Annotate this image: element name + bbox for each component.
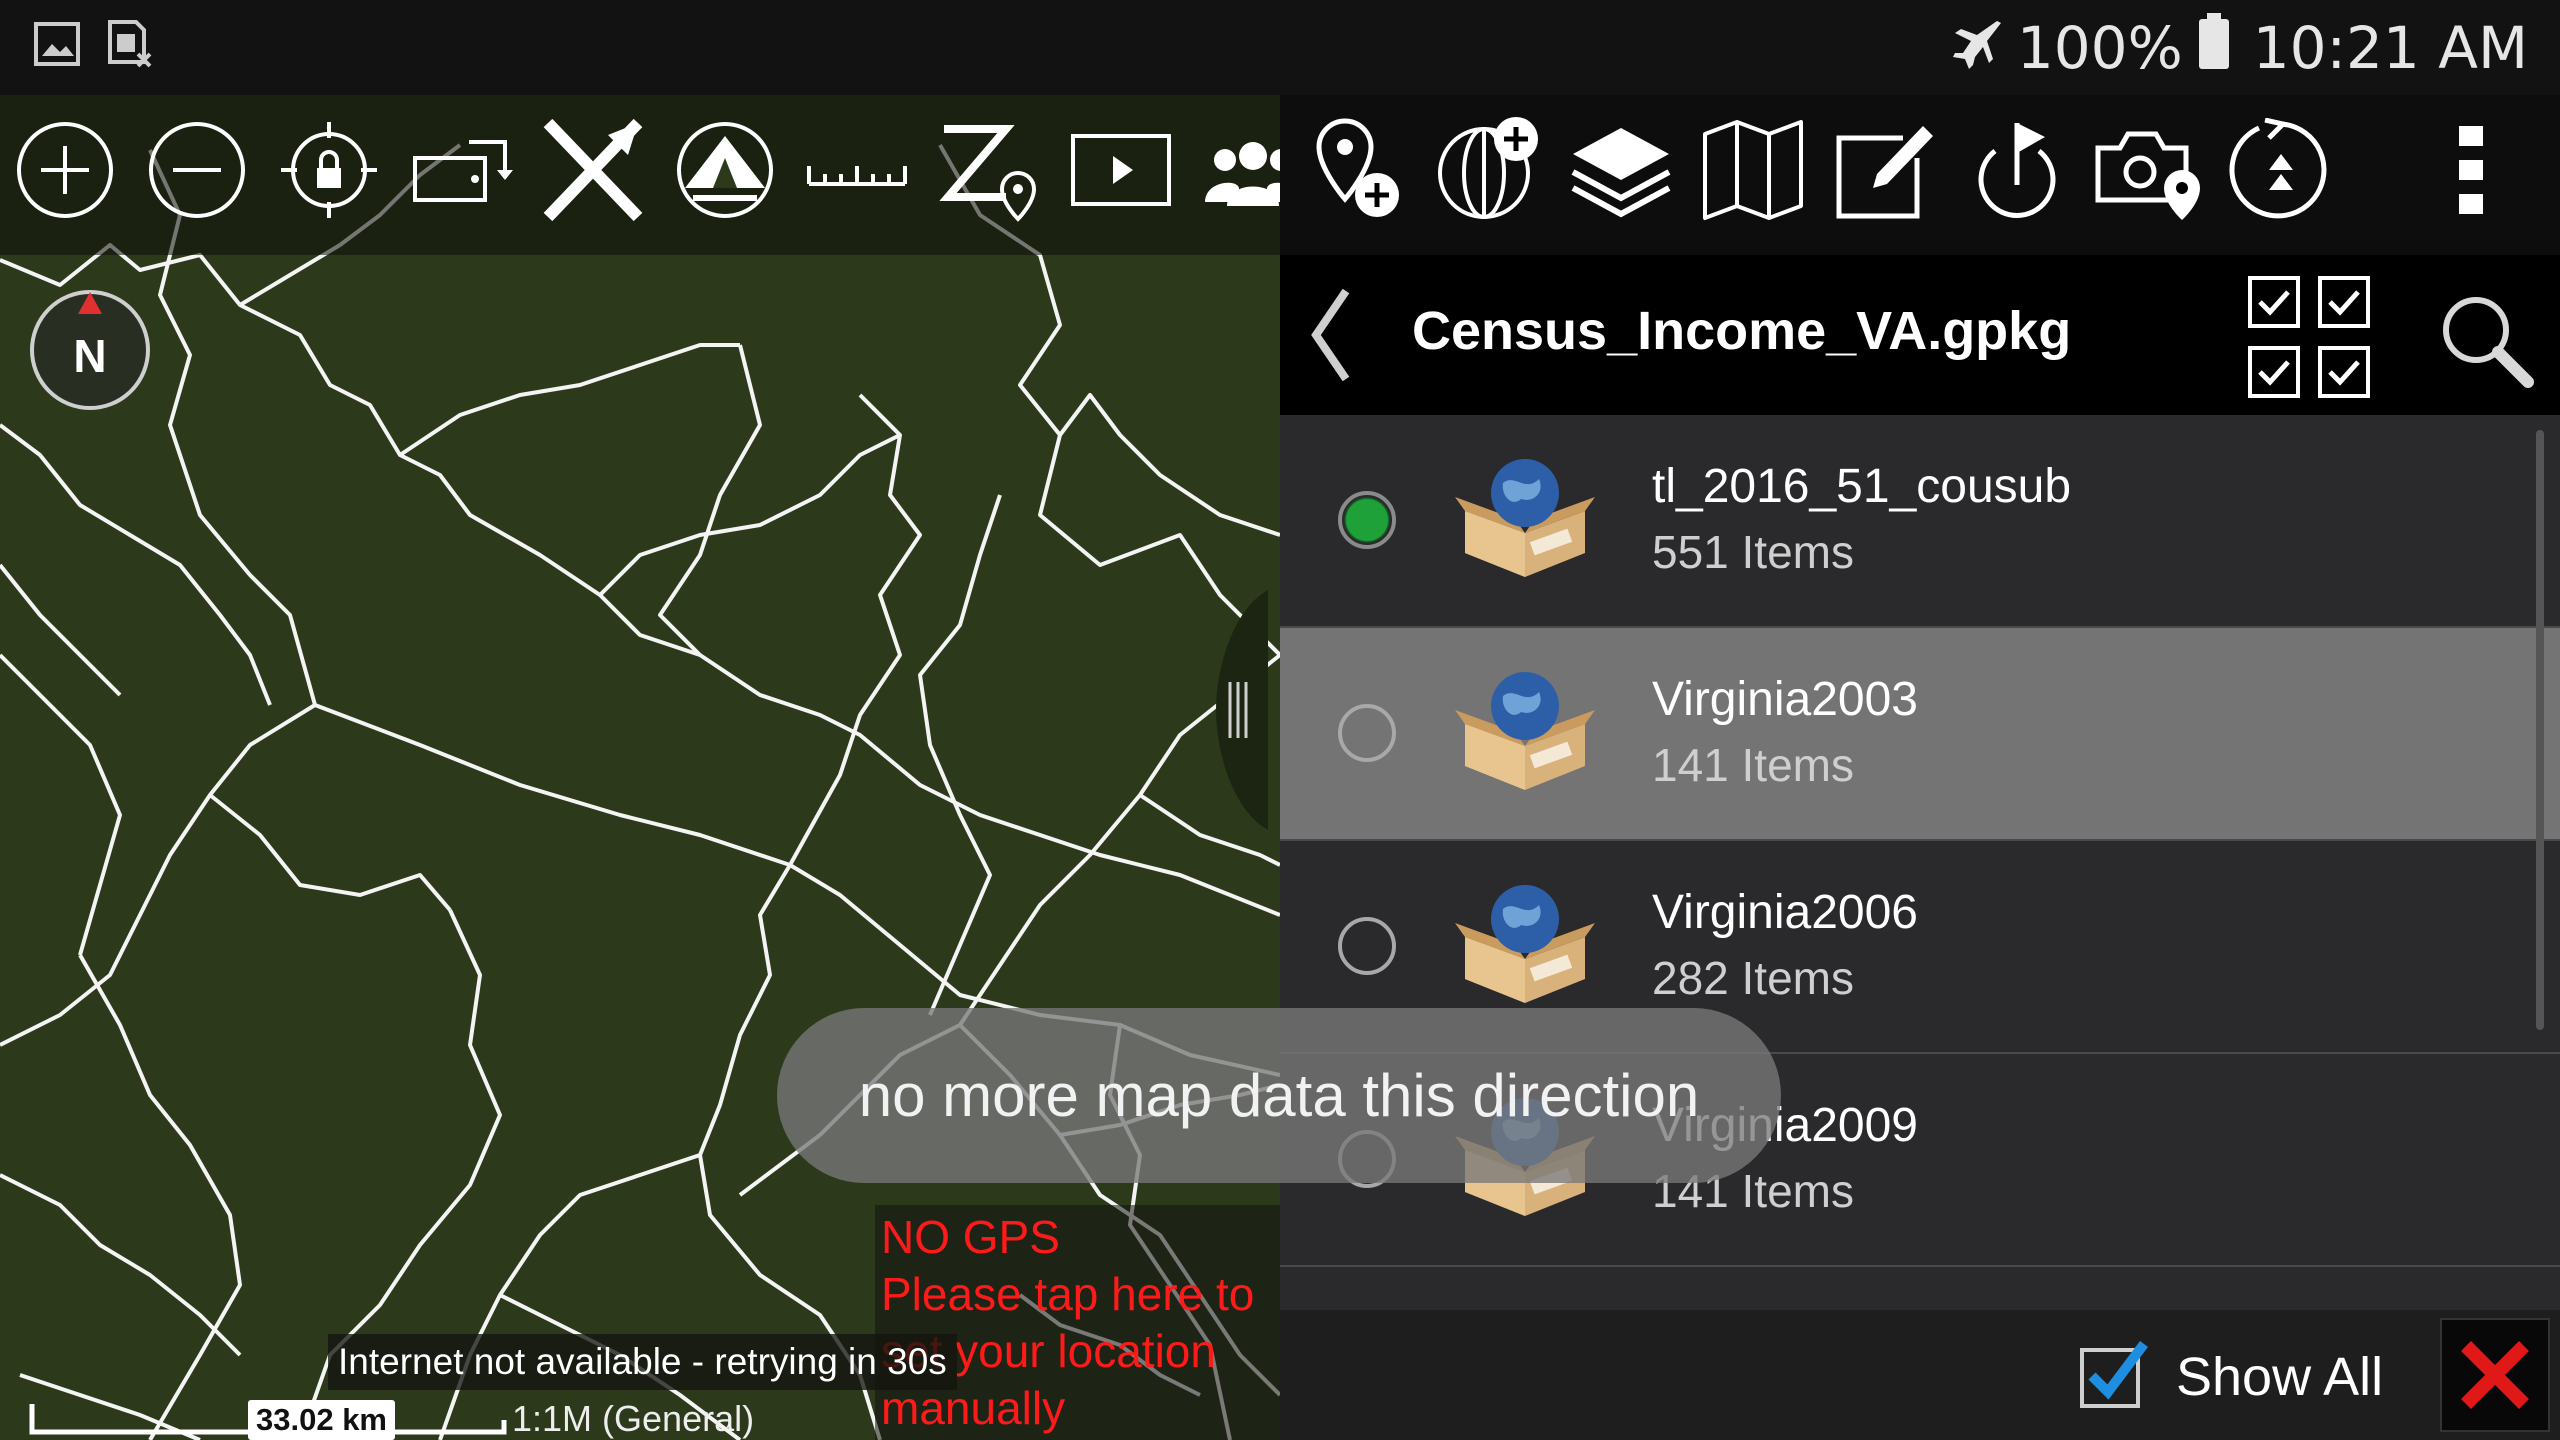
select-all-button[interactable]	[2244, 272, 2374, 402]
overflow-menu-icon	[2459, 126, 2483, 214]
play-icon	[1071, 134, 1171, 206]
rotate-screen-button[interactable]	[406, 115, 516, 225]
nav-arrow-icon	[543, 118, 643, 222]
layer-name: tl_2016_51_cousub	[1652, 460, 2072, 513]
add-point-button[interactable]	[1302, 115, 1412, 225]
add-layer-globe-icon	[1438, 117, 1538, 219]
sim-icon	[104, 18, 156, 75]
geopackage-icon	[1455, 885, 1595, 1003]
zoom-location-icon	[939, 125, 1037, 222]
list-item[interactable]: tl_2016_51_cousub 551 Items	[1280, 415, 2560, 628]
zoom-out-button[interactable]	[142, 115, 252, 225]
layer-name: Virginia2006	[1652, 886, 1918, 939]
layer-count: 551 Items	[1652, 526, 1854, 578]
page-title: Census_Income_VA.gpkg	[1412, 301, 2072, 361]
location-lock-icon	[281, 122, 377, 218]
layer-toolbar	[1280, 95, 2560, 255]
image-icon	[32, 18, 84, 75]
scale-ratio: 1:1M (General)	[512, 1398, 755, 1439]
camera-location-icon	[2095, 131, 2200, 220]
play-button[interactable]	[1066, 115, 1176, 225]
rotate-screen-icon	[413, 140, 513, 202]
overflow-menu-button[interactable]	[2416, 115, 2526, 225]
drawer-handle[interactable]	[1212, 590, 1268, 830]
zoom-out-icon	[149, 122, 245, 218]
show-all-label: Show All	[2176, 1347, 2384, 1407]
edit-icon	[1836, 126, 1933, 219]
gps-tracking-icon	[2229, 118, 2327, 219]
checkbox-grid-icon	[2248, 276, 2370, 398]
handle-grip-icon	[1216, 590, 1268, 830]
no-gps-warning[interactable]: NO GPS Please tap here to set your locat…	[875, 1205, 1280, 1440]
layer-count: 141 Items	[1652, 739, 1854, 791]
layers-icon	[1571, 128, 1671, 218]
zoom-in-icon	[17, 122, 113, 218]
waypoint-icon	[1978, 123, 2056, 218]
edit-button[interactable]	[1830, 115, 1940, 225]
list-item[interactable]: Virginia2003 141 Items	[1280, 628, 2560, 841]
battery-percent: 100%	[2016, 14, 2183, 82]
search-button[interactable]	[2438, 292, 2534, 388]
chevron-left-icon	[1311, 288, 1350, 382]
ruler-icon	[807, 166, 907, 186]
battery-icon	[2197, 11, 2231, 85]
zoom-in-button[interactable]	[10, 115, 120, 225]
radio-button[interactable]	[1338, 917, 1396, 975]
back-button[interactable]	[1302, 285, 1362, 385]
add-layer-button[interactable]	[1434, 115, 1544, 225]
airplane-icon	[1947, 13, 2003, 83]
no-gps-line2: Please tap here to	[881, 1268, 1255, 1320]
location-lock-button[interactable]	[274, 115, 384, 225]
photo-button[interactable]	[2094, 115, 2204, 225]
map-icon	[1703, 120, 1803, 220]
no-gps-line1: NO GPS	[881, 1211, 1060, 1263]
navigation-button[interactable]	[538, 115, 648, 225]
campsite-button[interactable]	[670, 115, 780, 225]
map-toolbar	[0, 95, 1301, 255]
add-point-icon	[1316, 118, 1399, 217]
scale-distance: 33.02 km	[248, 1400, 395, 1440]
search-icon	[2443, 297, 2534, 388]
status-bar: 100% 10:21 AM	[0, 0, 2560, 95]
waypoint-button[interactable]	[1962, 115, 2072, 225]
radio-button[interactable]	[1338, 491, 1396, 549]
base-map-button[interactable]	[1698, 115, 1808, 225]
tent-icon	[677, 122, 773, 218]
compass[interactable]: N	[28, 288, 152, 412]
measure-button[interactable]	[802, 115, 912, 225]
gps-tracking-button[interactable]	[2226, 115, 2336, 225]
clock: 10:21 AM	[2252, 14, 2528, 82]
zoom-to-location-button[interactable]	[934, 115, 1044, 225]
layers-button[interactable]	[1566, 115, 1676, 225]
compass-icon: N	[30, 290, 150, 410]
compass-north-label: N	[73, 330, 106, 382]
internet-status: Internet not available - retrying in 30s	[328, 1334, 957, 1390]
close-button[interactable]	[2440, 1318, 2550, 1432]
layer-count: 282 Items	[1652, 952, 1854, 1004]
radio-button[interactable]	[1338, 704, 1396, 762]
show-all-checkbox[interactable]	[2078, 1340, 2150, 1412]
toast-message: no more map data this direction	[777, 1008, 1781, 1183]
checkmark-icon	[2080, 1341, 2148, 1408]
geopackage-icon	[1455, 672, 1595, 790]
list-scrollbar[interactable]	[2536, 430, 2544, 1030]
geopackage-icon	[1455, 459, 1595, 577]
layer-name: Virginia2003	[1652, 673, 1918, 726]
close-icon	[2461, 1341, 2529, 1409]
